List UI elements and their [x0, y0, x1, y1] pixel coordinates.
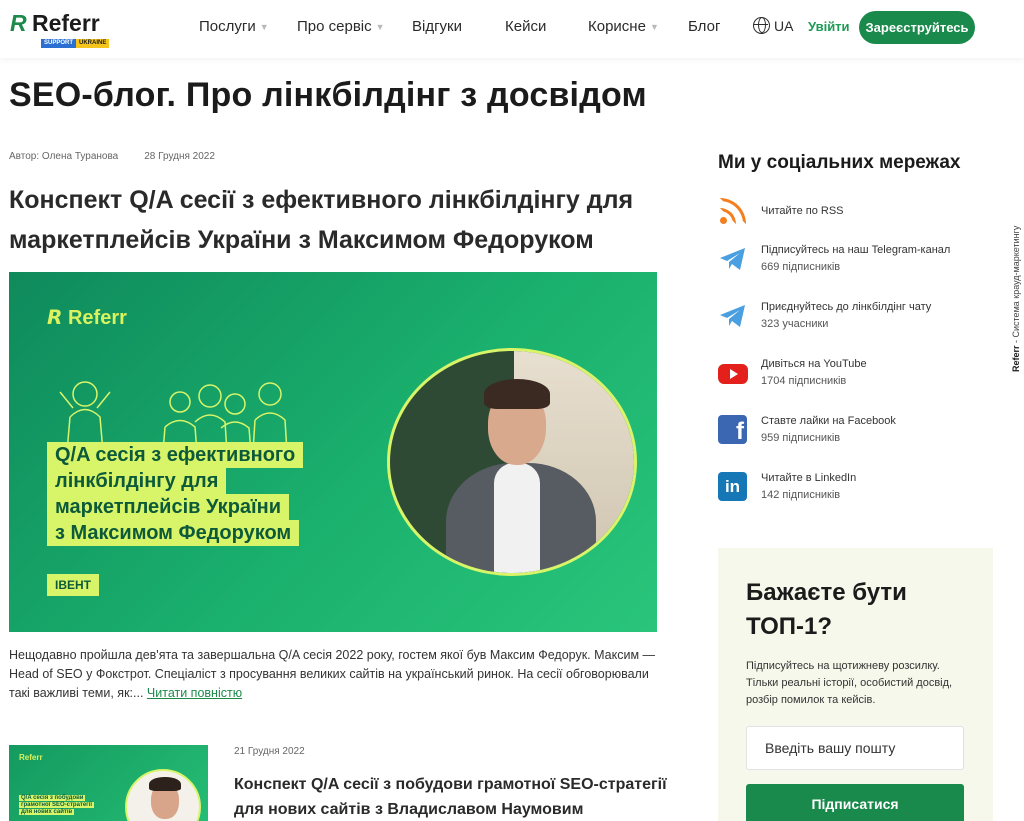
nav-label: Блог [688, 18, 721, 35]
nav-item-about[interactable]: Про сервіс ▼ [297, 18, 385, 35]
thumb-portrait [125, 769, 201, 821]
people-doodle-icon [59, 381, 288, 452]
language-switcher[interactable]: UA [753, 17, 793, 34]
social-label: Читайте в LinkedIn [761, 472, 857, 484]
nav-item-reviews[interactable]: Відгуки [412, 18, 462, 35]
language-label: UA [774, 17, 794, 34]
hero-logo-text: Referr [67, 307, 127, 329]
article-date: 28 Грудня 2022 [144, 151, 215, 162]
facebook-icon: f [718, 415, 748, 445]
social-label: Читайте по RSS [761, 204, 844, 217]
nav-item-services[interactable]: Послуги ▼ [199, 18, 269, 35]
telegram-icon [720, 305, 745, 327]
rss-icon [718, 196, 748, 226]
social-item-telegram-chat[interactable]: Приєднуйтесь до лінкбілдінг чату 323 учас… [718, 299, 931, 333]
thumb-headline: Q/A сесія з побудови грамотної SEO-страт… [19, 795, 109, 816]
hero-line: з Максимом Федоруком [47, 520, 300, 546]
thumb-line: грамотної SEO-стратегії [19, 802, 95, 808]
nav-item-cases[interactable]: Кейси [505, 18, 546, 35]
social-label: Ставте лайки на Facebook [761, 415, 896, 427]
nav-label: Про сервіс [297, 18, 372, 35]
thumb-logo: Referr [19, 753, 43, 762]
hero-line: лінкбілдінгу для [47, 468, 227, 494]
article-title[interactable]: Конспект Q/A сесії з ефективного лінкбіл… [9, 180, 669, 260]
article-author[interactable]: Автор: Олена Туранова [9, 151, 118, 162]
newsletter-title: Бажаєте бути ТОП-1? [746, 579, 907, 640]
telegram-icon [720, 248, 745, 270]
hero-line: Q/A сесія з ефективного [47, 442, 304, 468]
social-text: Приєднуйтесь до лінкбілдінг чату 323 учас… [761, 299, 931, 333]
social-item-youtube[interactable]: Дивіться на YouTube 1704 підписників [718, 356, 867, 390]
badge-support: SUPPORT [41, 39, 77, 48]
article-date: 21 Грудня 2022 [234, 746, 305, 757]
logo-text: Referr [32, 10, 100, 36]
social-count: 323 учасники [761, 318, 829, 330]
article-hero-image[interactable]: 𝙍 Referr Q/A сесія з ефективного лінкбіл… [9, 272, 657, 632]
thumb-line: Q/A сесія з побудови [19, 795, 86, 801]
event-badge: ІВЕНТ [47, 574, 99, 596]
speaker-portrait [387, 348, 637, 576]
social-item-linkedin[interactable]: in Читайте в LinkedIn 142 підписників [718, 470, 856, 504]
badge-ukraine: UKRAINE [76, 39, 110, 48]
logo-mark: R [10, 10, 27, 36]
logo[interactable]: R Referr SUPPORT UKRAINE [10, 10, 120, 48]
social-text: Підписуйтесь на наш Telegram-канал 669 пі… [761, 242, 950, 276]
site-header: R Referr SUPPORT UKRAINE Послуги ▼ Про с… [0, 0, 1024, 58]
article-thumbnail[interactable]: Referr Q/A сесія з побудови грамотної SE… [9, 745, 208, 821]
article-excerpt: Нещодавно пройшла дев'ята та завершальна… [9, 646, 659, 703]
nav-label: Послуги [199, 18, 256, 35]
portrait-hair [484, 379, 550, 409]
vertical-brand-tagline: Referr - Система крауд-маркетингу [1011, 226, 1021, 372]
vertical-text: - Система крауд-маркетингу [1011, 225, 1021, 346]
login-link[interactable]: Увійти [808, 19, 850, 34]
nav-item-blog[interactable]: Блог [688, 18, 720, 35]
vertical-brand: Referr [1011, 345, 1021, 372]
thumb-hair [149, 777, 181, 791]
linkedin-icon: in [718, 472, 748, 502]
hero-logo: 𝙍 Referr [47, 307, 127, 329]
article-meta: Автор: Олена Туранова 28 Грудня 2022 [9, 151, 215, 162]
nav-item-useful[interactable]: Корисне ▼ [588, 18, 659, 35]
thumb-line: для нових сайтів [19, 809, 75, 815]
globe-icon [753, 17, 770, 34]
portrait-shirt [494, 463, 540, 573]
social-label: Підписуйтесь на наш Telegram-канал [761, 244, 951, 256]
support-ukraine-badge: SUPPORT UKRAINE [41, 39, 117, 48]
social-text: Читайте в LinkedIn 142 підписників [761, 470, 856, 504]
nav-label: Корисне [588, 18, 646, 35]
subscribe-button[interactable]: Підписатися [746, 784, 964, 821]
social-label: Дивіться на YouTube [761, 358, 867, 370]
social-text: Дивіться на YouTube 1704 підписників [761, 356, 867, 390]
social-label: Приєднуйтесь до лінкбілдінг чату [761, 301, 932, 313]
social-text: Ставте лайки на Facebook 959 підписників [761, 413, 896, 447]
social-count: 669 підписників [761, 261, 841, 273]
chevron-down-icon: ▼ [259, 21, 269, 32]
hero-headline: Q/A сесія з ефективного лінкбілдінгу для… [47, 442, 367, 546]
social-item-telegram-channel[interactable]: Підписуйтесь на наш Telegram-канал 669 пі… [718, 242, 950, 276]
register-button[interactable]: Зареєструйтесь [859, 11, 975, 44]
chevron-down-icon: ▼ [375, 21, 385, 32]
newsletter-box: Бажаєте бути ТОП-1? Підписуйтесь на щоти… [718, 548, 993, 821]
social-count: 959 підписників [761, 432, 841, 444]
social-item-rss[interactable]: Читайте по RSS [718, 196, 844, 226]
hero-line: маркетплейсів України [47, 494, 290, 520]
youtube-icon [718, 364, 748, 384]
read-more-link[interactable]: Читати повністю [147, 686, 242, 700]
social-heading: Ми у соціальних мережах [718, 152, 961, 173]
nav-label: Відгуки [412, 18, 463, 35]
email-field[interactable] [746, 726, 964, 770]
nav-label: Кейси [505, 18, 547, 35]
social-count: 142 підписників [761, 489, 841, 501]
article-title[interactable]: Конспект Q/A сесії з побудови грамотної … [234, 772, 674, 821]
chevron-down-icon: ▼ [649, 21, 659, 32]
excerpt-text: Нещодавно пройшла дев'ята та завершальна… [9, 648, 656, 700]
page-title: SEO-блог. Про лінкбілдінг з досвідом [9, 76, 647, 114]
social-item-facebook[interactable]: f Ставте лайки на Facebook 959 підписникі… [718, 413, 896, 447]
social-count: 1704 підписників [761, 375, 847, 387]
newsletter-description: Підписуйтесь на щотижневу розсилку. Тіль… [746, 660, 953, 706]
